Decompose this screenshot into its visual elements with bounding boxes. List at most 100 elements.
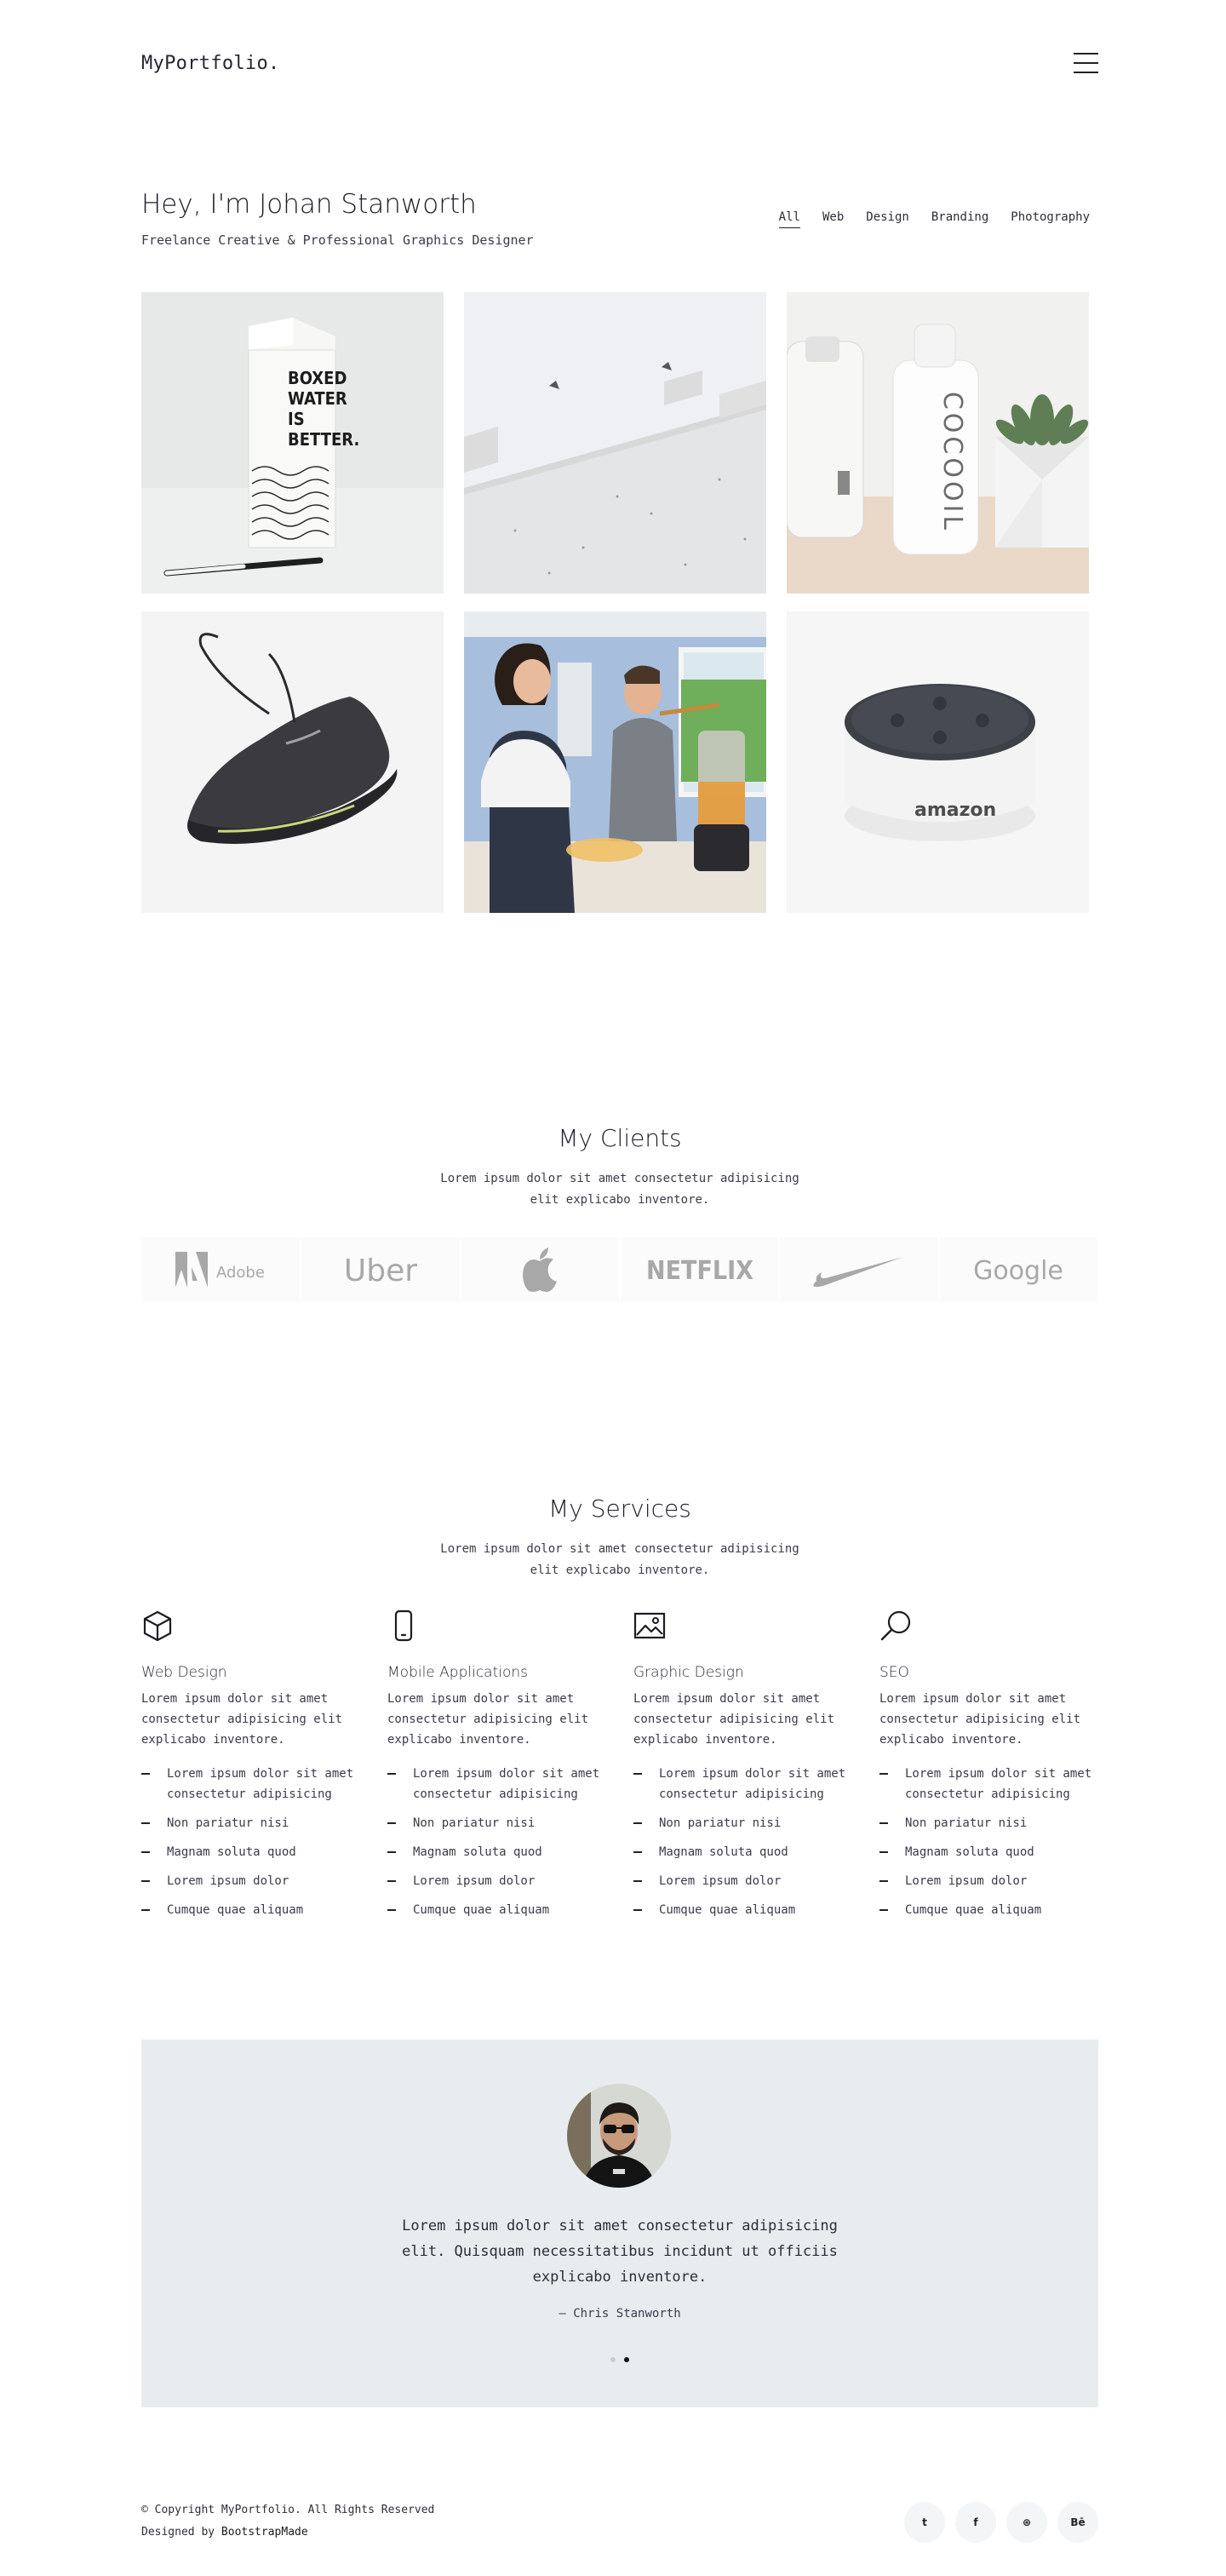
carton-text-2: WATER <box>288 388 347 409</box>
service-list: Lorem ipsum dolor sit amet consectetur a… <box>141 1764 371 1920</box>
service-title: Graphic Design <box>633 1664 744 1681</box>
hamburger-menu-icon[interactable] <box>1074 51 1098 75</box>
carousel-dot-1[interactable] <box>610 2357 616 2362</box>
list-item: Non pariatur nisi <box>387 1813 617 1833</box>
services-title: My Services <box>548 1495 691 1523</box>
adobe-logo[interactable]: Adobe <box>142 1237 301 1302</box>
service-graphic-design: Graphic Design Lorem ipsum dolor sit ame… <box>633 1609 863 1929</box>
dribbble-icon[interactable]: ⊛ <box>1006 2502 1047 2543</box>
portfolio-filters: All Web Design Branding Photography <box>778 210 1090 228</box>
list-item: Cumque quae aliquam <box>141 1900 371 1920</box>
service-title: SEO <box>879 1664 909 1681</box>
service-title: Web Design <box>141 1664 227 1681</box>
portfolio-grid: BOXED WATER IS BETTER. COCOOIL amazon <box>141 292 1098 914</box>
kitchen-image <box>464 611 766 913</box>
service-web-design: Web Design Lorem ipsum dolor sit amet co… <box>141 1609 371 1929</box>
portfolio-item-cocooil[interactable]: COCOOIL <box>787 292 1089 594</box>
social-links: t f ⊛ Bē <box>904 2502 1098 2543</box>
list-item: Lorem ipsum dolor sit amet consectetur a… <box>387 1764 617 1804</box>
service-desc: Lorem ipsum dolor sit amet consectetur a… <box>387 1692 589 1747</box>
service-list: Lorem ipsum dolor sit amet consectetur a… <box>633 1764 863 1920</box>
clients-title: My Clients <box>558 1124 682 1152</box>
service-seo: SEO Lorem ipsum dolor sit amet consectet… <box>879 1609 1109 1929</box>
portfolio-item-boxed-water[interactable]: BOXED WATER IS BETTER. <box>141 292 444 594</box>
cube-icon <box>143 1610 172 1642</box>
list-item: Non pariatur nisi <box>879 1813 1109 1833</box>
search-icon <box>880 1610 911 1641</box>
list-item: Lorem ipsum dolor sit amet consectetur a… <box>141 1764 371 1804</box>
google-wordmark: Google <box>973 1256 1063 1286</box>
credit-text: Designed by BootstrapMade <box>141 2526 308 2539</box>
marble-stairs-image <box>464 292 766 594</box>
apple-logo[interactable] <box>461 1237 619 1302</box>
list-item: Lorem ipsum dolor <box>141 1871 371 1891</box>
image-icon <box>633 1612 666 1639</box>
list-item: Non pariatur nisi <box>633 1813 863 1833</box>
service-title: Mobile Applications <box>387 1664 529 1681</box>
uber-logo[interactable]: Uber <box>301 1237 460 1302</box>
filter-design[interactable]: Design <box>866 210 909 228</box>
list-item: Cumque quae aliquam <box>633 1900 863 1920</box>
sneaker-image <box>141 611 444 913</box>
page-title: Hey, I'm Johan Stanworth <box>141 189 477 220</box>
carton-text-3: IS <box>288 409 305 429</box>
list-item: Lorem ipsum dolor <box>879 1871 1109 1891</box>
list-item: Magnam soluta quod <box>141 1842 371 1862</box>
clients-section: My Clients Lorem ipsum dolor sit amet co… <box>141 1124 1098 1328</box>
service-desc: Lorem ipsum dolor sit amet consectetur a… <box>141 1692 343 1747</box>
list-item: Magnam soluta quod <box>387 1842 617 1862</box>
echo-dot-image: amazon <box>787 611 1089 913</box>
list-item: Lorem ipsum dolor sit amet consectetur a… <box>879 1764 1109 1804</box>
site-header: MyPortfolio. <box>141 49 1098 80</box>
boxed-water-image: BOXED WATER IS BETTER. <box>141 292 444 594</box>
carousel-dots <box>141 2357 1098 2362</box>
filter-photography[interactable]: Photography <box>1011 210 1090 228</box>
copyright-text: © Copyright MyPortfolio. All Rights Rese… <box>141 2504 435 2516</box>
portfolio-item-marble-stairs[interactable] <box>464 292 766 594</box>
list-item: Magnam soluta quod <box>633 1842 863 1862</box>
site-logo[interactable]: MyPortfolio. <box>141 53 280 74</box>
service-list: Lorem ipsum dolor sit amet consectetur a… <box>879 1764 1109 1920</box>
filter-all[interactable]: All <box>778 210 800 228</box>
netflix-wordmark: NETFLIX <box>646 1256 753 1286</box>
list-item: Cumque quae aliquam <box>387 1900 617 1920</box>
carton-text-1: BOXED <box>288 368 347 388</box>
adobe-wordmark: Adobe <box>216 1264 265 1282</box>
services-subtitle: Lorem ipsum dolor sit amet consectetur a… <box>440 1542 799 1577</box>
filter-web[interactable]: Web <box>822 210 844 228</box>
service-desc: Lorem ipsum dolor sit amet consectetur a… <box>633 1692 835 1747</box>
nike-logo[interactable] <box>780 1237 938 1302</box>
list-item: Cumque quae aliquam <box>879 1900 1109 1920</box>
list-item: Non pariatur nisi <box>141 1813 371 1833</box>
avatar <box>567 2084 671 2188</box>
service-list: Lorem ipsum dolor sit amet consectetur a… <box>387 1764 617 1920</box>
phone-icon <box>394 1609 413 1642</box>
services-section: My Services Lorem ipsum dolor sit amet c… <box>141 1495 1098 1954</box>
testimonial-author: — Chris Stanworth <box>559 2307 681 2321</box>
testimonial-section: Lorem ipsum dolor sit amet consectetur a… <box>141 2040 1098 2407</box>
intro-section: Hey, I'm Johan Stanworth Freelance Creat… <box>141 189 1098 257</box>
google-logo[interactable]: Google <box>939 1237 1097 1302</box>
page-subtitle: Freelance Creative & Professional Graphi… <box>141 232 534 248</box>
behance-icon[interactable]: Bē <box>1057 2502 1098 2543</box>
portfolio-item-kitchen[interactable] <box>464 611 766 913</box>
list-item: Magnam soluta quod <box>879 1842 1109 1862</box>
carousel-dot-2[interactable] <box>624 2357 629 2362</box>
facebook-icon[interactable]: f <box>955 2502 996 2543</box>
portfolio-item-echo-dot[interactable]: amazon <box>787 611 1089 913</box>
clients-subtitle: Lorem ipsum dolor sit amet consectetur a… <box>440 1172 799 1207</box>
service-desc: Lorem ipsum dolor sit amet consectetur a… <box>879 1692 1081 1747</box>
list-item: Lorem ipsum dolor <box>387 1871 617 1891</box>
uber-wordmark: Uber <box>344 1254 417 1288</box>
twitter-icon[interactable]: t <box>904 2502 945 2543</box>
list-item: Lorem ipsum dolor <box>633 1871 863 1891</box>
cocooil-label: COCOOIL <box>937 392 967 533</box>
service-mobile-applications: Mobile Applications Lorem ipsum dolor si… <box>387 1609 617 1929</box>
site-footer: © Copyright MyPortfolio. All Rights Rese… <box>141 2495 1098 2555</box>
portfolio-item-sneaker[interactable] <box>141 611 444 913</box>
netflix-logo[interactable]: NETFLIX <box>620 1237 779 1302</box>
client-logos: Adobe Uber NETFLIX Google <box>141 1237 1098 1302</box>
credit-link[interactable]: BootstrapMade <box>221 2526 308 2539</box>
credit-prefix: Designed by <box>141 2526 221 2539</box>
filter-branding[interactable]: Branding <box>931 210 988 228</box>
